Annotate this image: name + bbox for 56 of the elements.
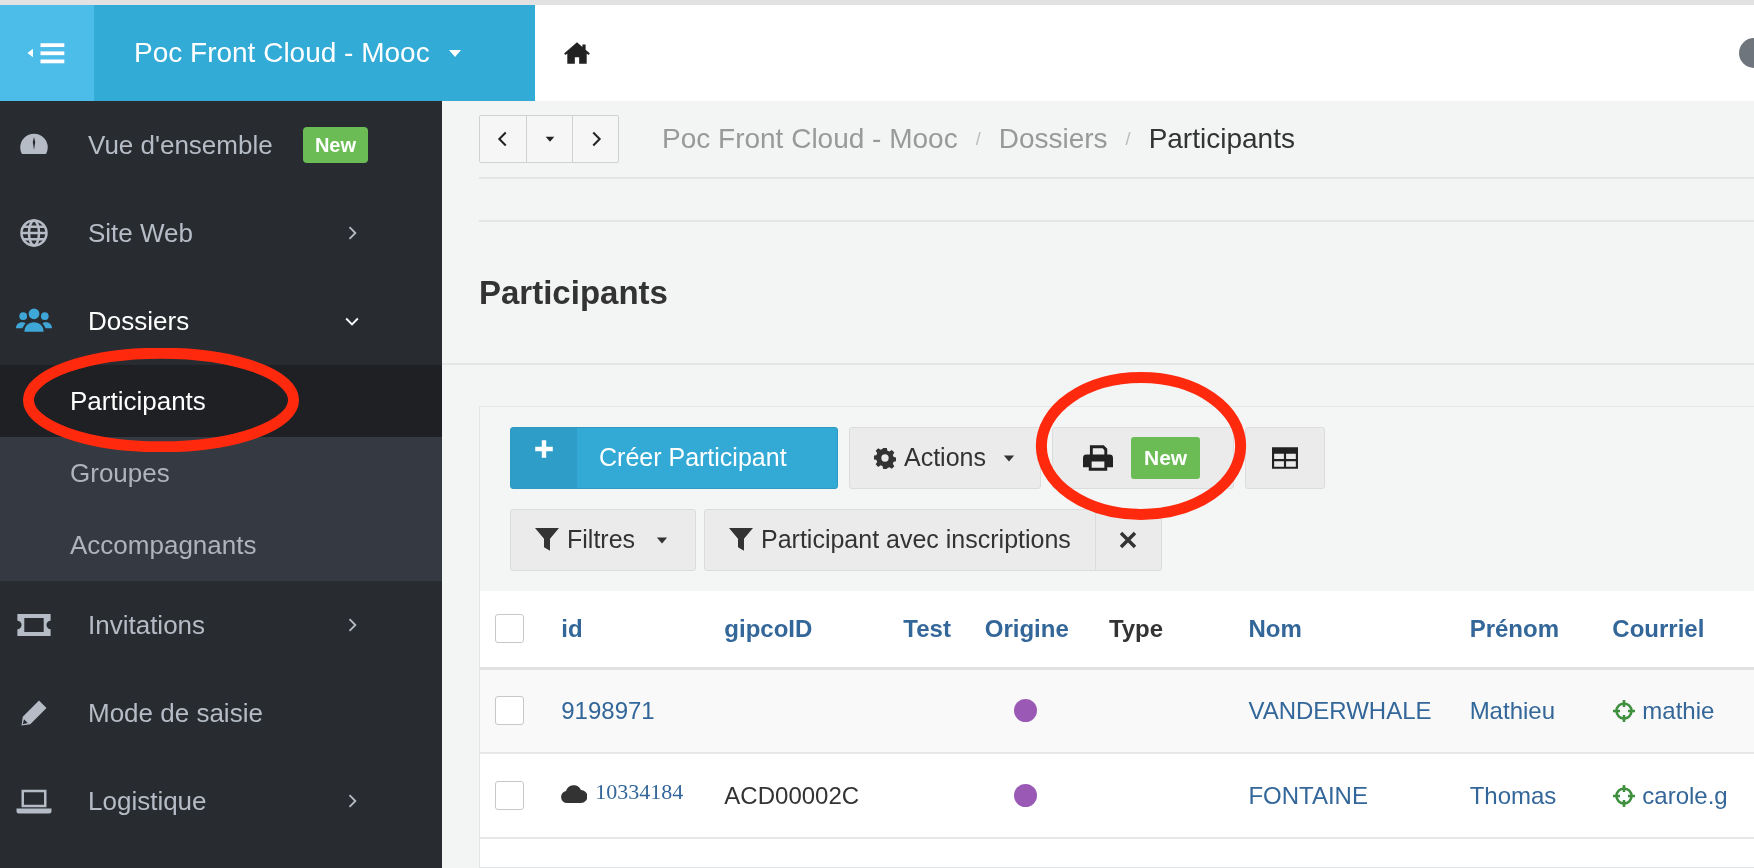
table-cell: Mathieu — [1469, 696, 1555, 724]
name-link[interactable]: VANDERWHALE — [1248, 696, 1432, 724]
table-cell: ACD00002C — [724, 781, 860, 809]
row-checkbox[interactable] — [495, 781, 524, 810]
caret-down-icon — [655, 534, 670, 546]
crosshair-icon — [1612, 698, 1637, 723]
column-header: Type — [1108, 614, 1164, 642]
table-icon — [1272, 447, 1298, 469]
column-header-link[interactable]: gipcoID — [724, 614, 813, 642]
column-header-link[interactable]: Origine — [984, 614, 1069, 642]
column-header-link[interactable]: Courriel — [1612, 614, 1705, 642]
sidebar-item[interactable]: Dossiers — [0, 277, 442, 365]
menu-icon — [27, 40, 67, 66]
active-filter-button[interactable]: Participant avec inscriptions — [705, 510, 1095, 570]
sidebar-item[interactable]: Mode de saisie — [0, 669, 442, 757]
sidebar-item[interactable]: Logistique — [0, 757, 442, 845]
cloud-icon — [561, 785, 588, 803]
id-link[interactable]: 9198971 — [561, 692, 655, 729]
plus-icon — [533, 438, 555, 460]
sidebar-subitem[interactable]: Accompagnants — [0, 509, 442, 581]
email-link[interactable]: carole.g — [1642, 777, 1728, 814]
printer-icon — [1083, 444, 1113, 472]
sidebar-subitem[interactable]: Groupes — [0, 437, 442, 509]
sidebar-toggle-button[interactable] — [0, 5, 94, 101]
sidebar-item[interactable]: Invitations — [0, 581, 442, 669]
id-link[interactable]: 10334184 — [595, 775, 684, 808]
breadcrumb-separator: / — [1125, 127, 1131, 151]
filters-dropdown[interactable]: Filtres — [510, 509, 696, 571]
column-header-link[interactable]: Prénom — [1469, 614, 1559, 642]
breadcrumb-separator: / — [975, 127, 981, 151]
gear-icon — [874, 447, 896, 469]
sidebar-subitem[interactable]: Participants — [0, 365, 442, 437]
select-all-checkbox[interactable] — [495, 614, 524, 644]
home-icon — [563, 41, 591, 65]
breadcrumb-current: Participants — [1148, 122, 1295, 156]
sidebar-item[interactable]: Vue d'ensemble New — [0, 101, 442, 189]
column-header-link[interactable]: Test — [903, 614, 951, 642]
close-icon — [1118, 530, 1139, 550]
column-header-link[interactable]: id — [561, 614, 583, 642]
caret-down-icon — [543, 134, 556, 144]
crosshair-icon — [1612, 783, 1637, 808]
table-view-button[interactable] — [1245, 427, 1325, 489]
caret-down-icon — [1002, 452, 1016, 464]
table-cell: Thomas — [1469, 781, 1557, 809]
new-badge: New — [302, 127, 368, 163]
sidebar-item[interactable]: Site Web — [0, 189, 442, 277]
actions-dropdown[interactable]: Actions — [849, 427, 1041, 489]
home-button[interactable] — [563, 41, 591, 65]
page-title: Participants — [479, 272, 668, 313]
column-header-link[interactable]: Nom — [1248, 614, 1302, 642]
filter-icon — [729, 528, 753, 552]
row-checkbox[interactable] — [495, 696, 524, 726]
new-badge: New — [1131, 437, 1201, 479]
filter-icon — [535, 528, 559, 552]
email-link[interactable]: mathie — [1642, 692, 1715, 729]
name-link[interactable]: FONTAINE — [1248, 781, 1368, 809]
